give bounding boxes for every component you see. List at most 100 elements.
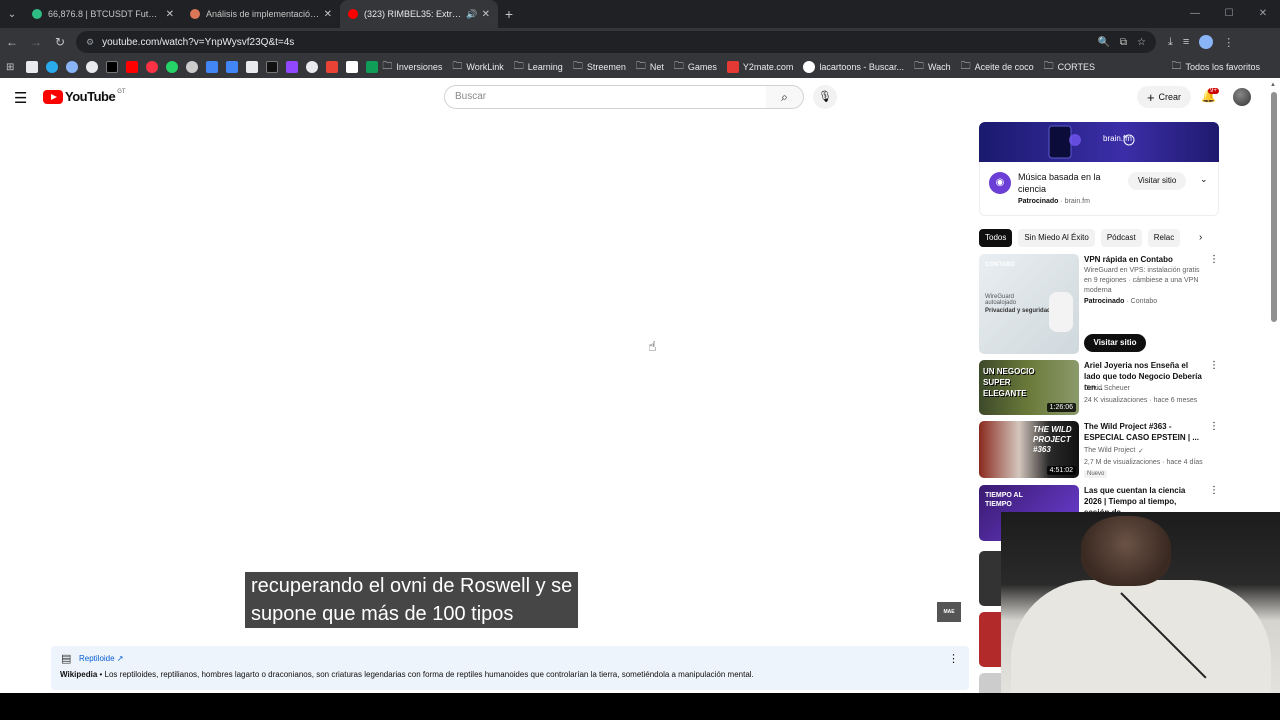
tiktok-icon[interactable] <box>266 61 279 73</box>
install-icon[interactable]: ⧉ <box>1120 37 1127 48</box>
tab-title: (323) RIMBEL35: Extraterre <box>364 9 462 19</box>
visit-site-button[interactable]: Visitar sitio <box>1128 172 1186 190</box>
github-icon[interactable] <box>86 61 99 73</box>
bookmark-lacartoons[interactable]: lacartoons - Buscar... <box>803 61 904 73</box>
cloud-icon[interactable] <box>66 61 79 73</box>
voice-search-button[interactable]: 🎙 <box>813 85 837 109</box>
youtube-logo[interactable]: YouTube GT <box>43 89 126 104</box>
whatsapp-icon[interactable] <box>166 61 179 73</box>
video-thumbnail[interactable] <box>979 673 1001 693</box>
video-duration: 4:51:02 <box>1046 466 1076 475</box>
new-tab-button[interactable]: + <box>498 6 520 22</box>
channel-name[interactable]: David Scheuer <box>1084 385 1130 392</box>
close-tab-icon[interactable]: ✕ <box>324 9 332 20</box>
more-options-icon[interactable]: ⋮ <box>1209 254 1219 265</box>
bookmark-folder-games[interactable]: 🗀 Games <box>674 59 717 76</box>
bookmark-folder-inversiones[interactable]: 🗀 Inversiones <box>382 59 442 76</box>
docs-icon[interactable] <box>206 61 219 73</box>
close-tab-icon[interactable]: ✕ <box>166 9 174 20</box>
chatgpt-icon[interactable] <box>306 61 319 73</box>
maximize-icon[interactable]: ☐ <box>1212 0 1246 28</box>
tradingview-icon[interactable] <box>246 61 259 73</box>
video-thumbnail[interactable]: THE WILD PROJECT #363 4:51:02 <box>979 421 1079 478</box>
scroll-up-arrow-icon[interactable]: ▲ <box>1270 82 1276 88</box>
ad-title[interactable]: Música basada en la ciencia <box>1018 171 1118 195</box>
user-avatar[interactable] <box>1233 88 1251 106</box>
more-options-icon[interactable]: ⋮ <box>948 652 959 665</box>
site-info-icon[interactable]: ⚙ <box>86 37 94 48</box>
more-options-icon[interactable]: ⋮ <box>1209 360 1219 371</box>
search-button[interactable]: ⌕ <box>766 85 804 109</box>
chevron-down-icon[interactable]: ⌄ <box>1200 174 1208 185</box>
telegram-icon[interactable] <box>46 61 59 73</box>
close-tab-icon[interactable]: ✕ <box>482 9 490 20</box>
more-options-icon[interactable]: ⋮ <box>1209 485 1219 496</box>
more-options-icon[interactable]: ⋮ <box>1209 421 1219 432</box>
bookmark-favicon-icon[interactable] <box>26 61 39 73</box>
video-thumbnail[interactable]: UN NEGOCIO SUPER ELEGANTE 1:26:06 <box>979 360 1079 415</box>
menu-hamburger-icon[interactable]: ☰ <box>14 89 27 107</box>
bookmark-y2mate[interactable]: Y2mate.com <box>726 61 793 73</box>
profile-avatar-icon[interactable] <box>1199 35 1214 49</box>
speaker-icon[interactable]: 🔊 <box>466 9 477 20</box>
ad-banner-image[interactable]: brain.fm <box>979 122 1219 162</box>
chevron-right-icon[interactable]: › <box>1199 232 1202 243</box>
bookmark-folder-streemen[interactable]: 🗀 Streemen <box>573 59 626 76</box>
recommended-video[interactable]: THE WILD PROJECT #363 4:51:02 The Wild P… <box>979 421 1219 478</box>
ad-card[interactable]: ◉ Música basada en la ciencia Patrocinad… <box>979 162 1219 216</box>
browser-tab-3-active[interactable]: (323) RIMBEL35: Extraterre 🔊 ✕ <box>340 0 498 28</box>
reload-icon[interactable]: ↻ <box>48 35 72 49</box>
bookmark-folder-wach[interactable]: 🗀 Wach <box>914 59 951 76</box>
recommended-video[interactable]: UN NEGOCIO SUPER ELEGANTE 1:26:06 Ariel … <box>979 360 1219 415</box>
forward-icon[interactable]: → <box>24 35 48 49</box>
video-thumbnail[interactable]: CONTABO WireGuard autoalojado Privacidad… <box>979 254 1079 354</box>
youtube-bookmark-icon[interactable] <box>126 61 139 73</box>
browser-tab-1[interactable]: 66,876.8 | BTCUSDT Futuros - E ✕ <box>24 0 182 28</box>
minimize-icon[interactable]: — <box>1178 0 1212 28</box>
youtube-music-icon[interactable] <box>146 61 159 73</box>
apps-grid-icon[interactable]: ⊞ <box>6 62 14 73</box>
all-bookmarks-folder[interactable]: 🗀 Todos los favoritos <box>1171 56 1260 78</box>
translate-icon[interactable] <box>226 61 239 73</box>
channel-name[interactable]: The Wild Project <box>1084 447 1135 454</box>
close-window-icon[interactable]: ✕ <box>1246 0 1280 28</box>
page-scrollbar[interactable] <box>1271 92 1277 322</box>
bookmark-folder-aceite[interactable]: 🗀 Aceite de coco <box>961 59 1034 76</box>
search-input[interactable]: Buscar <box>444 85 767 109</box>
browser-tab-2[interactable]: Análisis de implementación del ✕ <box>182 0 340 28</box>
gmail-icon[interactable] <box>326 61 339 73</box>
media-control-icon[interactable]: ≡ <box>1183 36 1189 48</box>
bookmarks-bar: ⊞ 🗀 Inversiones 🗀 WorkLink 🗀 Learning 🗀 Stre… <box>0 56 1280 78</box>
notion-icon[interactable] <box>346 61 359 73</box>
video-title[interactable]: The Wild Project #363 - ESPECIAL CASO EP… <box>1084 421 1202 443</box>
chip-podcast[interactable]: Pódcast <box>1100 229 1142 247</box>
bookmark-folder-learning[interactable]: 🗀 Learning <box>514 59 563 76</box>
chip-relacionado[interactable]: Relac <box>1147 229 1181 247</box>
download-icon[interactable]: ⤓ <box>1168 36 1173 49</box>
x-twitter-icon[interactable] <box>106 61 119 73</box>
video-thumbnail[interactable] <box>979 612 1001 667</box>
zoom-icon[interactable]: 🔍 <box>1097 37 1109 48</box>
browser-menu-icon[interactable]: ⋮ <box>1223 36 1234 49</box>
url-omnibox[interactable]: ⚙ youtube.com/watch?v=YnpWysvf23Q&t=4s 🔍… <box>76 31 1156 53</box>
back-icon[interactable]: ← <box>0 35 24 49</box>
chip-todos[interactable]: Todos <box>979 229 1013 247</box>
chip-sin-miedo[interactable]: Sin Miedo Al Éxito <box>1018 229 1095 247</box>
sheets-icon[interactable] <box>366 61 379 73</box>
bookmark-folder-worklink[interactable]: 🗀 WorkLink <box>452 59 503 76</box>
tab-search-icon[interactable]: ⌄ <box>0 0 24 28</box>
create-button[interactable]: + Crear <box>1137 86 1191 108</box>
recommended-ad-video[interactable]: CONTABO WireGuard autoalojado Privacidad… <box>979 254 1219 354</box>
video-player[interactable] <box>0 114 970 644</box>
channel-watermark[interactable]: MAE <box>937 602 961 622</box>
bookmark-folder-cortes[interactable]: 🗀 CORTES <box>1044 59 1095 76</box>
info-panel-link[interactable]: Reptiloide ↗ <box>79 654 124 663</box>
globe-icon[interactable] <box>186 61 199 73</box>
twitch-icon[interactable] <box>286 61 299 73</box>
bookmark-folder-net[interactable]: 🗀 Net <box>636 59 664 76</box>
visit-site-button[interactable]: Visitar sitio <box>1084 334 1146 352</box>
video-title[interactable]: VPN rápida en Contabo <box>1084 254 1202 265</box>
hand-cursor-icon: ☝ <box>648 338 657 354</box>
bookmark-star-icon[interactable]: ☆ <box>1137 37 1146 48</box>
video-thumbnail[interactable] <box>979 551 1001 606</box>
